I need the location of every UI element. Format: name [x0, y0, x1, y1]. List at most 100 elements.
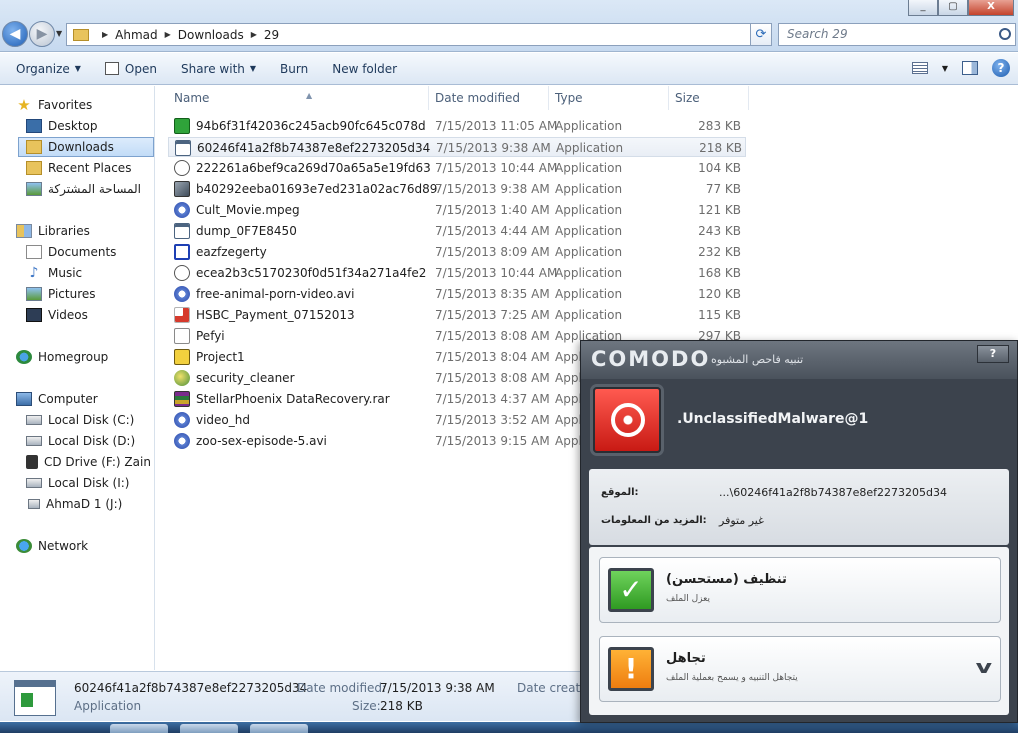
sidebar-item-drive-i[interactable]: Local Disk (I:) [26, 473, 129, 493]
sidebar-item-desktop[interactable]: Desktop [26, 116, 98, 136]
change-view-icon[interactable] [911, 62, 928, 74]
column-header-date[interactable]: Date modified [429, 86, 549, 110]
ignore-subtitle: يتجاهل التنبيه و يسمح بعملية الملف [666, 673, 798, 683]
open-button[interactable]: Open [89, 62, 165, 76]
file-row[interactable]: 94b6f31f42036c245acb90fc645c078d 7/15/201… [168, 116, 746, 136]
usb-drive-icon [28, 499, 40, 509]
burn-button[interactable]: Burn [264, 62, 316, 76]
search-input[interactable]: Search 29 [778, 23, 1016, 46]
share-with-label: Share with [180, 61, 245, 76]
new-folder-button[interactable]: New folder [316, 62, 405, 76]
sidebar-item-documents[interactable]: Documents [26, 242, 116, 262]
breadcrumb-ahmad[interactable]: Ahmad [115, 28, 157, 42]
sidebar-item-favorites[interactable]: ★ Favorites [16, 95, 92, 115]
chevron-down-icon[interactable]: v [976, 657, 992, 678]
column-header-name[interactable]: Name ▲ [168, 86, 429, 110]
ignore-button[interactable]: ! تجاهل يتجاهل التنبيه و يسمح بعملية الم… [599, 636, 1001, 702]
chevron-right-icon[interactable]: ▶ [102, 30, 108, 39]
location-value: ...\60246f41a2f8b74387e8ef2273205d34 [719, 486, 948, 499]
column-header-type[interactable]: Type [549, 86, 669, 110]
sidebar-item-drive-c[interactable]: Local Disk (C:) [26, 410, 134, 430]
minimize-button[interactable]: _ [908, 0, 938, 16]
file-date: 7/15/2013 9:15 AM [435, 434, 550, 448]
file-date: 7/15/2013 4:44 AM [435, 224, 550, 238]
organize-button[interactable]: Organize ▼ [0, 62, 89, 76]
recent-pages-dropdown[interactable]: ▼ [56, 29, 62, 38]
recent-places-icon [26, 161, 42, 175]
forward-button[interactable]: ▶ [29, 21, 55, 47]
threat-info-panel: :الموقع ...\60246f41a2f8b74387e8ef227320… [589, 469, 1009, 545]
file-row[interactable]: ecea2b3c5170230f0d51f34a271a4fe2 7/15/201… [168, 263, 746, 283]
breadcrumb-29[interactable]: 29 [264, 28, 279, 42]
chevron-right-icon[interactable]: ▶ [251, 30, 257, 39]
sidebar-item-libraries[interactable]: Libraries [16, 221, 90, 241]
burn-label: Burn [280, 61, 309, 76]
file-row[interactable]: b40292eeba01693e7ed231a02ac76d89 7/15/201… [168, 179, 746, 199]
file-name-cell: zoo-sex-episode-5.avi [174, 431, 327, 451]
clean-button[interactable]: ✓ تنظيف (مستحسن) يعزل الملف [599, 557, 1001, 623]
file-name: Cult_Movie.mpeg [196, 203, 300, 217]
chevron-down-icon: ▼ [74, 64, 81, 73]
sidebar-item-label: Local Disk (I:) [48, 476, 130, 490]
application-icon [14, 680, 56, 716]
file-row[interactable]: HSBC_Payment_07152013 7/15/2013 7:25 AM Ap… [168, 305, 746, 325]
window-exe-icon [175, 140, 191, 156]
window-controls: _ ▢ X [908, 0, 1014, 18]
sidebar-item-computer[interactable]: Computer [16, 389, 98, 409]
address-bar[interactable]: ▶ Ahmad ▶ Downloads ▶ 29 ▼ [66, 23, 772, 46]
sidebar-item-shared[interactable]: المساحة المشتركة [26, 179, 141, 199]
open-icon [104, 62, 119, 75]
sidebar-item-homegroup[interactable]: Homegroup [16, 347, 108, 367]
file-type: Application [555, 203, 623, 217]
clean-title: تنظيف (مستحسن) [666, 572, 787, 587]
file-row[interactable]: 222261a6bef9ca269d70a65a5e19fd63 7/15/201… [168, 158, 746, 178]
sidebar-item-downloads[interactable]: Downloads [18, 137, 154, 157]
sidebar-item-drive-f[interactable]: CD Drive (F:) Zain Br [26, 452, 155, 472]
file-type: Application [555, 287, 623, 301]
taskbar-button[interactable] [110, 724, 168, 733]
close-button[interactable]: X [968, 0, 1014, 16]
arrow-right-icon: ▶ [36, 26, 48, 42]
sidebar-item-pictures[interactable]: Pictures [26, 284, 96, 304]
file-row[interactable]: free-animal-porn-video.avi 7/15/2013 8:35… [168, 284, 746, 304]
file-name: ecea2b3c5170230f0d51f34a271a4fe2 [196, 266, 427, 280]
file-name-cell: eazfzegerty [174, 242, 267, 262]
sidebar-item-network[interactable]: Network [16, 536, 88, 556]
breadcrumb-downloads[interactable]: Downloads [178, 28, 244, 42]
back-button[interactable]: ◀ [2, 21, 28, 47]
chevron-down-icon[interactable]: ▼ [942, 64, 948, 73]
sidebar-item-label: Recent Places [48, 161, 132, 175]
file-row[interactable]: 60246f41a2f8b74387e8ef2273205d34 7/15/201… [168, 137, 746, 157]
help-button[interactable]: ? [977, 345, 1009, 363]
file-name: 94b6f31f42036c245acb90fc645c078d [196, 119, 426, 133]
sidebar-item-music[interactable]: ♪ Music [26, 263, 83, 283]
preview-pane-icon[interactable] [962, 61, 978, 75]
sidebar-item-videos[interactable]: Videos [26, 305, 88, 325]
detail-date-value: 7/15/2013 9:38 AM [380, 681, 495, 695]
file-size: 104 KB [698, 161, 741, 175]
file-type: Application [555, 308, 623, 322]
refresh-button[interactable]: ⟳ [750, 23, 772, 46]
chevron-right-icon[interactable]: ▶ [165, 30, 171, 39]
homegroup-icon [16, 350, 32, 364]
actions-panel: ✓ تنظيف (مستحسن) يعزل الملف ! تجاهل يتجا… [589, 547, 1009, 715]
taskbar-button[interactable] [180, 724, 238, 733]
file-row[interactable]: eazfzegerty 7/15/2013 8:09 AM Application 2… [168, 242, 746, 262]
maximize-button[interactable]: ▢ [938, 0, 968, 16]
help-icon[interactable]: ? [992, 59, 1010, 77]
column-header-size[interactable]: Size [669, 86, 749, 110]
file-size: 77 KB [705, 182, 741, 196]
search-icon[interactable] [999, 28, 1011, 40]
sidebar-item-drive-d[interactable]: Local Disk (D:) [26, 431, 135, 451]
file-size: 168 KB [698, 266, 741, 280]
sidebar-item-recent-places[interactable]: Recent Places [26, 158, 131, 178]
file-type: Application [555, 245, 623, 259]
detail-type: Application [74, 699, 142, 713]
file-row[interactable]: dump_0F7E8450 7/15/2013 4:44 AM Applicatio… [168, 221, 746, 241]
file-row[interactable]: Cult_Movie.mpeg 7/15/2013 1:40 AM Applicat… [168, 200, 746, 220]
share-with-button[interactable]: Share with ▼ [165, 62, 264, 76]
title-bar: _ ▢ X ◀ ▶ ▼ ▶ Ahmad ▶ Downloads ▶ 29 ▼ ⟳… [0, 0, 1018, 52]
sidebar-item-label: Videos [48, 308, 88, 322]
sidebar-item-drive-j[interactable]: AhmaD 1 (J:) [28, 494, 122, 514]
taskbar-button[interactable] [250, 724, 308, 733]
